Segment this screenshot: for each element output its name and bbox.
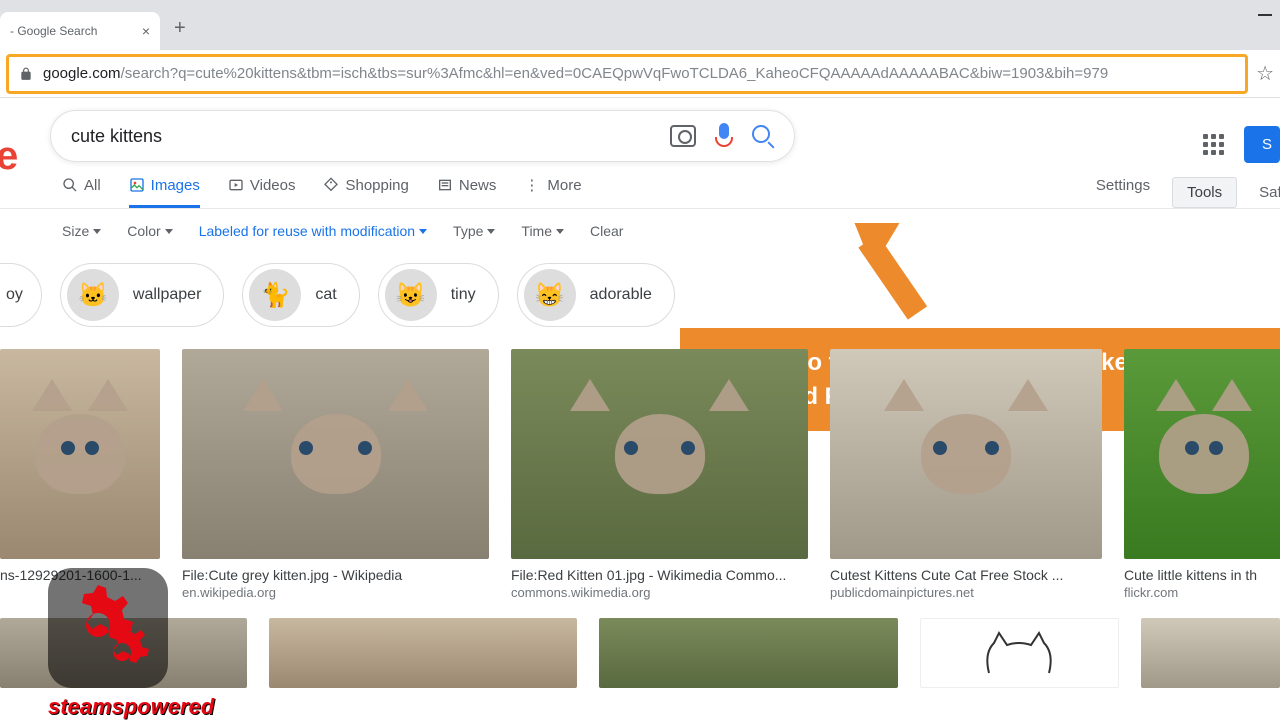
search-row: [50, 110, 1280, 162]
camera-icon[interactable]: [670, 125, 696, 147]
window-minimize-icon[interactable]: [1258, 14, 1272, 16]
mic-icon[interactable]: [714, 123, 734, 149]
settings-link[interactable]: Settings: [1096, 177, 1150, 208]
tab-more[interactable]: ⋮ More: [524, 176, 581, 208]
video-icon: [228, 177, 244, 193]
watermark-text: steamspowered: [48, 694, 214, 720]
browser-tab-strip: - Google Search × +: [0, 0, 1280, 50]
url-domain: google.com: [43, 65, 121, 82]
filter-usage-rights[interactable]: Labeled for reuse with modification: [199, 223, 427, 239]
chip-thumbnail: 🐱: [67, 269, 119, 321]
chip-thumbnail: 😺: [385, 269, 437, 321]
chip-item[interactable]: 😺tiny: [378, 263, 499, 327]
bookmark-star-icon[interactable]: ☆: [1256, 61, 1274, 86]
result-source: flickr.com: [1124, 585, 1280, 600]
tab-images[interactable]: Images: [129, 177, 200, 208]
more-dots-icon: ⋮: [524, 176, 541, 194]
chevron-down-icon: [165, 229, 173, 234]
new-tab-button[interactable]: +: [174, 17, 186, 40]
tools-button[interactable]: Tools: [1172, 177, 1237, 208]
result-source: publicdomainpictures.net: [830, 585, 1102, 600]
tab-title: - Google Search: [10, 24, 97, 38]
result-thumbnail[interactable]: [920, 618, 1119, 688]
result-thumbnail[interactable]: [830, 349, 1102, 559]
result-caption: Cute little kittens in th: [1124, 567, 1280, 583]
result-thumbnail[interactable]: [182, 349, 489, 559]
search-input[interactable]: [71, 126, 670, 147]
result-caption: Cutest Kittens Cute Cat Free Stock ...: [830, 567, 1102, 583]
chevron-down-icon: [556, 229, 564, 234]
search-tabs: All Images Videos Shopping News ⋮ More S…: [62, 176, 1280, 208]
filter-time[interactable]: Time: [521, 223, 564, 239]
signin-button[interactable]: S: [1244, 126, 1280, 163]
tab-news[interactable]: News: [437, 177, 497, 208]
lock-icon: [19, 67, 33, 81]
image-results-row: ns-12929201-1600-1... File:Cute grey kit…: [0, 349, 1280, 600]
apps-grid-icon[interactable]: [1203, 134, 1224, 155]
address-bar[interactable]: google.com/search?q=cute%20kittens&tbm=i…: [6, 54, 1248, 94]
image-result[interactable]: Cute little kittens in th flickr.com: [1124, 349, 1280, 600]
result-thumbnail[interactable]: [511, 349, 808, 559]
tab-videos[interactable]: Videos: [228, 177, 296, 208]
image-result[interactable]: File:Red Kitten 01.jpg - Wikimedia Commo…: [511, 349, 808, 600]
image-icon: [129, 177, 145, 193]
result-source: en.wikipedia.org: [182, 585, 489, 600]
chip-item[interactable]: 🐱wallpaper: [60, 263, 224, 327]
related-chips: oy 🐱wallpaper 🐈cat 😺tiny 😸adorable: [0, 263, 1280, 327]
address-bar-row: google.com/search?q=cute%20kittens&tbm=i…: [0, 50, 1280, 98]
filter-color[interactable]: Color: [127, 223, 172, 239]
search-small-icon: [62, 177, 78, 193]
header-right-controls: S: [1203, 126, 1280, 163]
chevron-down-icon: [419, 229, 427, 234]
safesearch-link[interactable]: Safe: [1259, 184, 1280, 201]
annotation-arrow: [850, 208, 940, 333]
tab-shopping[interactable]: Shopping: [323, 177, 408, 208]
cat-outline-icon: [969, 623, 1069, 683]
result-thumbnail[interactable]: [599, 618, 898, 688]
filter-size[interactable]: Size: [62, 223, 101, 239]
chip-thumbnail: 😸: [524, 269, 576, 321]
search-box: [50, 110, 795, 162]
result-source: commons.wikimedia.org: [511, 585, 808, 600]
url-path: /search?q=cute%20kittens&tbm=isch&tbs=su…: [121, 65, 1109, 82]
result-thumbnail[interactable]: [1141, 618, 1280, 688]
chip-item[interactable]: 🐈cat: [242, 263, 359, 327]
gear-icon: [58, 578, 158, 678]
result-caption: File:Cute grey kitten.jpg - Wikipedia: [182, 567, 489, 583]
image-result[interactable]: ns-12929201-1600-1...: [0, 349, 160, 600]
search-icon[interactable]: [752, 125, 774, 147]
watermark: steamspowered: [48, 568, 214, 720]
result-thumbnail[interactable]: [1124, 349, 1280, 559]
image-result[interactable]: Cutest Kittens Cute Cat Free Stock ... p…: [830, 349, 1102, 600]
image-result[interactable]: File:Cute grey kitten.jpg - Wikipedia en…: [182, 349, 489, 600]
result-thumbnail[interactable]: [269, 618, 577, 688]
close-tab-icon[interactable]: ×: [142, 23, 150, 39]
result-thumbnail[interactable]: [0, 349, 160, 559]
chip-item[interactable]: oy: [0, 263, 42, 327]
chevron-down-icon: [487, 229, 495, 234]
chevron-down-icon: [93, 229, 101, 234]
google-logo[interactable]: e: [0, 134, 18, 179]
chip-item[interactable]: 😸adorable: [517, 263, 675, 327]
watermark-logo: [48, 568, 168, 688]
filter-type[interactable]: Type: [453, 223, 495, 239]
tools-filters: Size Color Labeled for reuse with modifi…: [62, 223, 1280, 239]
tab-all[interactable]: All: [62, 177, 101, 208]
chip-thumbnail: 🐈: [249, 269, 301, 321]
result-caption: File:Red Kitten 01.jpg - Wikimedia Commo…: [511, 567, 808, 583]
news-icon: [437, 177, 453, 193]
filter-clear[interactable]: Clear: [590, 223, 623, 239]
tag-icon: [323, 177, 339, 193]
browser-tab[interactable]: - Google Search ×: [0, 12, 160, 50]
